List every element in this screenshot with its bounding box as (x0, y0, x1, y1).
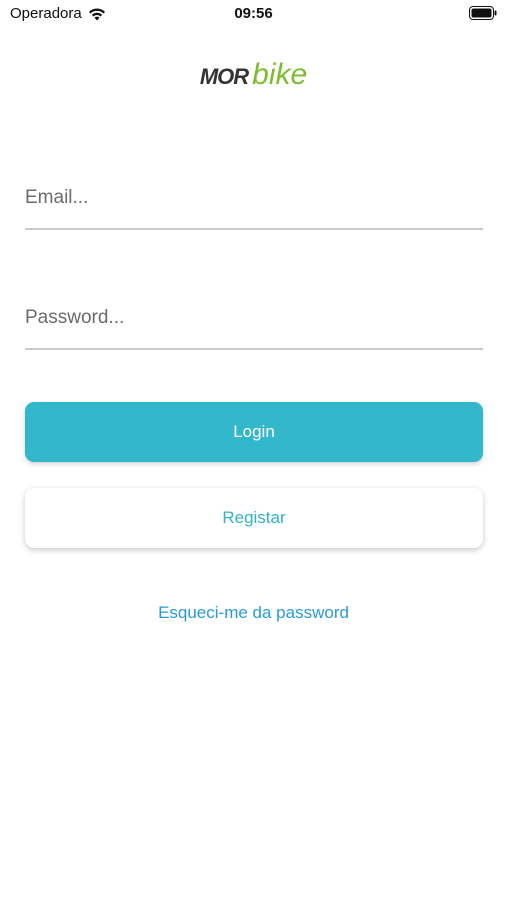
status-bar: Operadora 09:56 (0, 0, 507, 30)
status-time: 09:56 (234, 5, 273, 22)
register-button[interactable]: Registar (25, 488, 483, 548)
battery-icon (469, 6, 497, 20)
email-field-container (25, 178, 483, 230)
email-input[interactable] (25, 178, 483, 218)
logo-mor-text: MOR (199, 64, 249, 89)
logo-bike-text: bike (252, 58, 308, 91)
forgot-password-link[interactable]: Esqueci-me da password (0, 603, 507, 623)
login-button[interactable]: Login (25, 402, 483, 462)
app-logo: MOR bike (0, 60, 507, 90)
password-field-container (25, 298, 483, 350)
password-input[interactable] (25, 298, 483, 338)
